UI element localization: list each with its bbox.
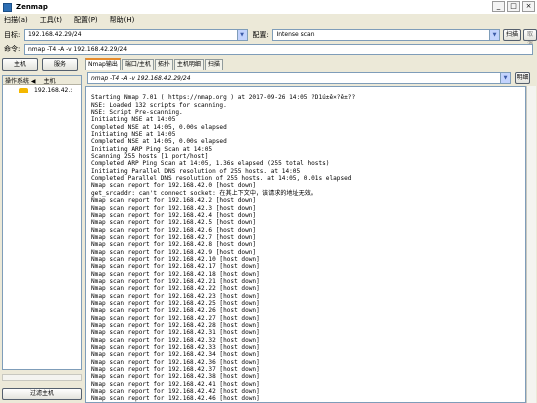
details-button[interactable]: 明细	[515, 72, 530, 84]
output-selector-value: nmap -T4 -A -v 192.168.42.29/24	[91, 74, 191, 82]
tab-ports-hosts[interactable]: 端口/主机	[121, 59, 154, 70]
output-line: Completed NSE at 14:05, 0.00s elapsed	[91, 123, 227, 131]
nmap-output-text[interactable]: Starting Nmap 7.01 ( https://nmap.org ) …	[85, 86, 526, 403]
output-line: Nmap scan report for 192.168.42.5 [host …	[91, 219, 257, 227]
output-line: Starting Nmap 7.01 ( https://nmap.org ) …	[91, 94, 356, 102]
close-button[interactable]: ×	[522, 1, 535, 12]
output-line: Completed Parallel DNS resolution of 255…	[91, 175, 352, 183]
command-label: 命令:	[4, 45, 21, 53]
output-line: Completed ARP Ping Scan at 14:05, 1.36s …	[91, 160, 330, 168]
scan-button[interactable]: 扫描	[503, 28, 522, 41]
output-line: Nmap scan report for 192.168.42.36 [host…	[91, 358, 260, 366]
menu-tools[interactable]: 工具(t)	[40, 15, 62, 25]
output-line: Nmap scan report for 192.168.42.27 [host…	[91, 314, 260, 322]
output-line: Scanning 255 hosts [1 port/host]	[91, 153, 209, 161]
hosts-list-header: 操作系统 ◀ 主机	[3, 76, 81, 85]
output-lines: Starting Nmap 7.01 ( https://nmap.org ) …	[91, 87, 525, 403]
profile-value: Intense scan	[276, 31, 315, 38]
hosts-horizontal-scrollbar[interactable]	[2, 374, 82, 381]
chevron-down-icon[interactable]: ▼	[500, 73, 510, 83]
output-line: Nmap scan report for 192.168.42.0 [host …	[91, 182, 257, 190]
tab-topology[interactable]: 拓扑	[154, 59, 173, 70]
target-value: 192.168.42.29/24	[27, 31, 82, 38]
menu-bar: 扫描(a) 工具(t) 配置(P) 帮助(H)	[0, 14, 537, 26]
output-line: Initiating NSE at 14:05	[91, 131, 176, 139]
menu-help[interactable]: 帮助(H)	[110, 15, 135, 25]
command-value: nmap -T4 -A -v 192.168.42.29/24	[28, 45, 128, 53]
window-title: Zenmap	[16, 3, 48, 11]
output-line: Nmap scan report for 192.168.42.4 [host …	[91, 211, 257, 219]
host-os-icon	[19, 87, 29, 94]
chevron-down-icon[interactable]: ▼	[489, 29, 500, 40]
target-label: 目标:	[4, 30, 21, 39]
menu-profile[interactable]: 配置(P)	[74, 15, 98, 25]
command-row: 命令: nmap -T4 -A -v 192.168.42.29/24	[0, 43, 537, 55]
output-line: Nmap scan report for 192.168.42.25 [host…	[91, 299, 260, 307]
chevron-down-icon[interactable]: ▼	[236, 29, 247, 40]
hosts-list: 操作系统 ◀ 主机 192.168.42.:	[2, 75, 82, 370]
output-line: Nmap scan report for 192.168.42.23 [host…	[91, 292, 260, 300]
output-line: Nmap scan report for 192.168.42.18 [host…	[91, 270, 260, 278]
output-line: Initiating ARP Ping Scan at 14:05	[91, 145, 213, 153]
output-line: Nmap scan report for 192.168.42.28 [host…	[91, 322, 260, 329]
column-host[interactable]: 主机	[44, 76, 56, 85]
output-line: Nmap scan report for 192.168.42.42 [host…	[91, 388, 260, 396]
output-scrollbar[interactable]	[526, 86, 536, 403]
output-line: Nmap scan report for 192.168.42.46 [host…	[91, 395, 260, 403]
output-line: Nmap scan report for 192.168.42.31 [host…	[91, 329, 260, 337]
output-line: Initiating Parallel DNS resolution of 25…	[91, 167, 301, 175]
target-row: 目标: 192.168.42.29/24 ▼ 配置: Intense scan …	[0, 28, 537, 48]
tab-nmap-output[interactable]: Nmap输出	[85, 58, 121, 70]
output-line: Nmap scan report for 192.168.42.41 [host…	[91, 380, 260, 388]
minimize-button[interactable]: _	[492, 1, 505, 12]
result-tabs: Nmap输出 端口/主机 拓扑 主机明细 扫描	[85, 58, 537, 70]
output-line: Nmap scan report for 192.168.42.37 [host…	[91, 366, 260, 374]
command-field[interactable]: nmap -T4 -A -v 192.168.42.29/24	[24, 43, 533, 55]
output-line: Nmap scan report for 192.168.42.32 [host…	[91, 336, 260, 344]
output-line: Nmap scan report for 192.168.42.26 [host…	[91, 307, 260, 315]
output-line: Nmap scan report for 192.168.42.2 [host …	[91, 197, 257, 205]
output-line: Nmap scan report for 192.168.42.7 [host …	[91, 233, 257, 241]
output-line: Nmap scan report for 192.168.42.21 [host…	[91, 277, 260, 285]
output-line: Nmap scan report for 192.168.42.34 [host…	[91, 351, 260, 359]
cancel-button[interactable]: 取消	[523, 28, 537, 48]
view-toggle: 主机 服务	[2, 58, 82, 71]
output-line: Nmap scan report for 192.168.42.8 [host …	[91, 241, 257, 249]
output-line: NSE: Loaded 132 scripts for scanning.	[91, 101, 227, 109]
output-line: Nmap scan report for 192.168.42.22 [host…	[91, 285, 260, 293]
tab-scans[interactable]: 扫描	[204, 59, 223, 70]
maximize-button[interactable]: □	[507, 1, 520, 12]
output-line: Completed NSE at 14:05, 0.00s elapsed	[91, 138, 227, 146]
profile-combo[interactable]: Intense scan ▼	[272, 28, 501, 41]
output-line: NSE: Script Pre-scanning.	[91, 109, 183, 117]
output-line: Initiating NSE at 14:05	[91, 116, 176, 124]
filter-hosts-button[interactable]: 过滤主机	[2, 388, 82, 400]
output-line: Nmap scan report for 192.168.42.17 [host…	[91, 263, 260, 271]
output-line: Nmap scan report for 192.168.42.3 [host …	[91, 204, 257, 212]
output-selector-row: nmap -T4 -A -v 192.168.42.29/24 ▼ 明细	[87, 72, 532, 84]
output-line: Nmap scan report for 192.168.42.10 [host…	[91, 255, 260, 263]
target-combo[interactable]: 192.168.42.29/24 ▼	[23, 28, 248, 41]
window-controls: _ □ ×	[492, 1, 535, 12]
output-line: Nmap scan report for 192.168.42.6 [host …	[91, 226, 257, 234]
output-line: Nmap scan report for 192.168.42.33 [host…	[91, 344, 260, 352]
output-line: Nmap scan report for 192.168.42.38 [host…	[91, 373, 260, 381]
host-address: 192.168.42.:	[34, 86, 73, 94]
hosts-panel: 主机 服务 操作系统 ◀ 主机 192.168.42.: 过滤主机	[2, 58, 82, 403]
hosts-view-button[interactable]: 主机	[2, 58, 38, 71]
host-row[interactable]: 192.168.42.:	[3, 85, 81, 95]
output-line: get_srcaddr: can't connect socket: 在其上下文…	[91, 189, 317, 197]
profile-label: 配置:	[252, 30, 269, 39]
output-line: Nmap scan report for 192.168.42.9 [host …	[91, 248, 257, 256]
output-panel: Nmap输出 端口/主机 拓扑 主机明细 扫描 nmap -T4 -A -v 1…	[85, 58, 537, 403]
title-bar: Zenmap _ □ ×	[0, 0, 537, 14]
output-selector[interactable]: nmap -T4 -A -v 192.168.42.29/24 ▼	[87, 72, 511, 84]
services-view-button[interactable]: 服务	[42, 58, 78, 71]
column-os[interactable]: 操作系统 ◀	[5, 76, 36, 85]
zenmap-app-icon	[3, 2, 12, 12]
tab-host-details[interactable]: 主机明细	[173, 59, 204, 70]
menu-scan[interactable]: 扫描(a)	[4, 15, 28, 25]
